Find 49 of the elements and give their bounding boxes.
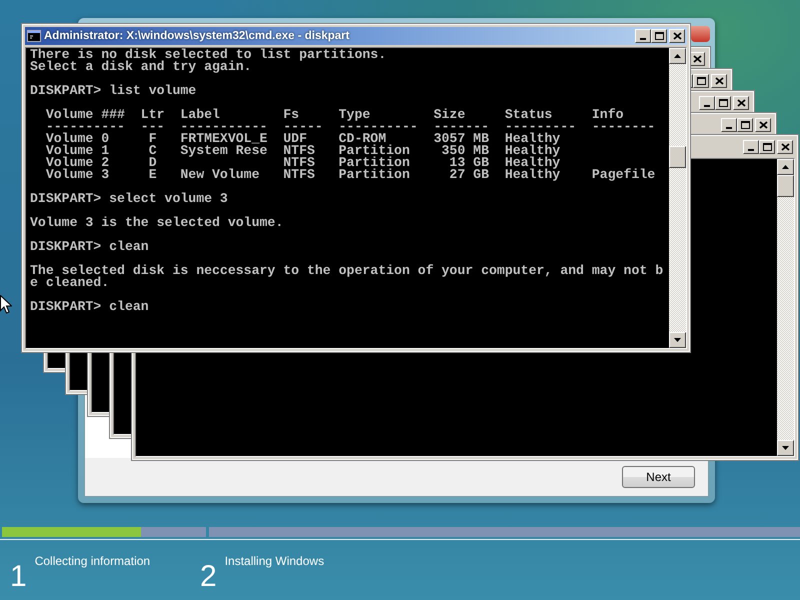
close-icon xyxy=(714,77,724,85)
scroll-up-icon xyxy=(674,54,681,58)
step-label: Installing Windows xyxy=(224,554,324,568)
cursor-icon xyxy=(0,295,12,314)
maximize-button[interactable] xyxy=(693,74,709,88)
scroll-thumb[interactable] xyxy=(669,146,686,168)
scrollbar[interactable] xyxy=(777,159,794,456)
maximize-button[interactable] xyxy=(715,96,731,110)
minimize-button[interactable] xyxy=(635,29,651,43)
step-number: 1 xyxy=(10,562,27,592)
console-text: DISKPART> clean xyxy=(30,241,150,253)
maximize-button[interactable] xyxy=(759,140,775,154)
maximize-icon xyxy=(654,32,664,40)
console-text: Volume 3 is the selected volume. xyxy=(30,217,284,229)
close-button[interactable] xyxy=(755,118,771,132)
maximize-icon xyxy=(740,121,750,129)
close-icon xyxy=(692,55,702,63)
console-text: Volume ### Ltr Label Fs Type Size Status Info ---------- --- ----------- ----- ---------- ------- --------- -------- Volume 0 F FRTMEXVOL_E UDF CD-ROM 3057 MB Healthy Volume 1 C System Rese NTFS Partition 350 MB Healthy Volume 2 D NTFS Partition 13 GB Healthy Volume 3 E New Volume NTFS Partition 27 GB Healthy Pagefile xyxy=(44,109,656,181)
next-button[interactable]: Next xyxy=(622,466,695,488)
scrollbar[interactable] xyxy=(669,48,686,348)
step-number: 2 xyxy=(200,562,217,592)
maximize-button[interactable] xyxy=(737,118,753,132)
console-icon xyxy=(27,30,41,42)
close-button[interactable] xyxy=(733,96,749,110)
minimize-button[interactable] xyxy=(721,118,737,132)
scroll-down-icon xyxy=(782,446,789,450)
close-button[interactable] xyxy=(777,140,793,154)
close-icon xyxy=(758,121,768,129)
close-icon xyxy=(736,99,746,107)
step-label: Collecting information xyxy=(34,554,150,568)
minimize-button[interactable] xyxy=(743,140,759,154)
maximize-icon xyxy=(762,143,772,151)
console-text: The selected disk is neccessary to the operation of your computer, and may not b e cleaned. xyxy=(30,265,664,289)
window-title: Administrator: X:\windows\system32\cmd.exe - diskpart xyxy=(44,30,350,42)
close-icon xyxy=(780,143,790,151)
maximize-icon xyxy=(696,77,706,85)
minimize-button[interactable] xyxy=(699,96,715,110)
maximize-icon xyxy=(718,99,728,107)
scroll-down-icon xyxy=(674,338,681,342)
console-text: DISKPART> clean xyxy=(30,301,150,313)
close-button[interactable] xyxy=(669,29,685,43)
console-text: DISKPART> list volume xyxy=(30,85,198,97)
maximize-button[interactable] xyxy=(651,29,667,43)
close-button[interactable] xyxy=(711,74,727,88)
console-text: DISKPART> select volume 3 xyxy=(30,193,229,205)
console-text: There is no disk selected to list partitions. Select a disk and try again. xyxy=(30,49,388,73)
scroll-up-icon xyxy=(782,165,789,169)
scroll-thumb[interactable] xyxy=(777,175,794,197)
close-icon xyxy=(672,32,682,40)
